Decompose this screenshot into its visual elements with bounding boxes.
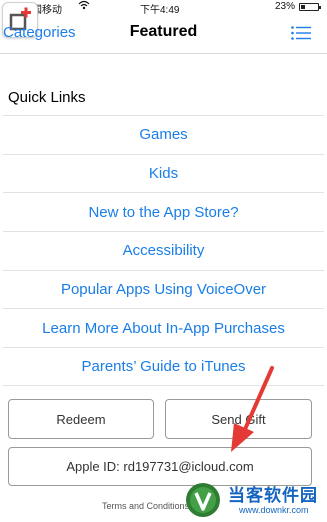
navigation-bar: Categories Featured xyxy=(0,14,327,54)
link-accessibility[interactable]: Accessibility xyxy=(3,231,324,270)
send-gift-button[interactable]: Send Gift xyxy=(165,399,312,439)
wifi-icon xyxy=(78,0,90,13)
link-new-to-app-store[interactable]: New to the App Store? xyxy=(3,192,324,231)
quick-links-list: Games Kids New to the App Store? Accessi… xyxy=(0,115,327,386)
link-games[interactable]: Games xyxy=(3,115,324,154)
watermark-logo-icon xyxy=(185,482,221,518)
status-bar: 中国移动 下午4:49 23% xyxy=(0,0,327,16)
battery-icon xyxy=(299,3,321,11)
battery-percent: 23% xyxy=(274,1,295,12)
page-title: Featured xyxy=(129,23,198,40)
link-popular-apps-voiceover[interactable]: Popular Apps Using VoiceOver xyxy=(3,269,324,309)
terms-link[interactable]: Terms and Conditions xyxy=(102,501,189,511)
watermark-title: 当客软件园 xyxy=(228,486,318,505)
watermark: 当客软件园 www.downkr.com xyxy=(183,478,327,522)
redeem-button[interactable]: Redeem xyxy=(8,399,154,439)
link-in-app-purchases[interactable]: Learn More About In-App Purchases xyxy=(3,308,324,347)
watermark-url: www.downkr.com xyxy=(239,505,309,515)
list-icon[interactable] xyxy=(291,26,311,40)
link-kids[interactable]: Kids xyxy=(3,153,324,193)
quick-links-header: Quick Links xyxy=(8,89,86,106)
link-parents-guide[interactable]: Parents’ Guide to iTunes xyxy=(3,347,324,386)
